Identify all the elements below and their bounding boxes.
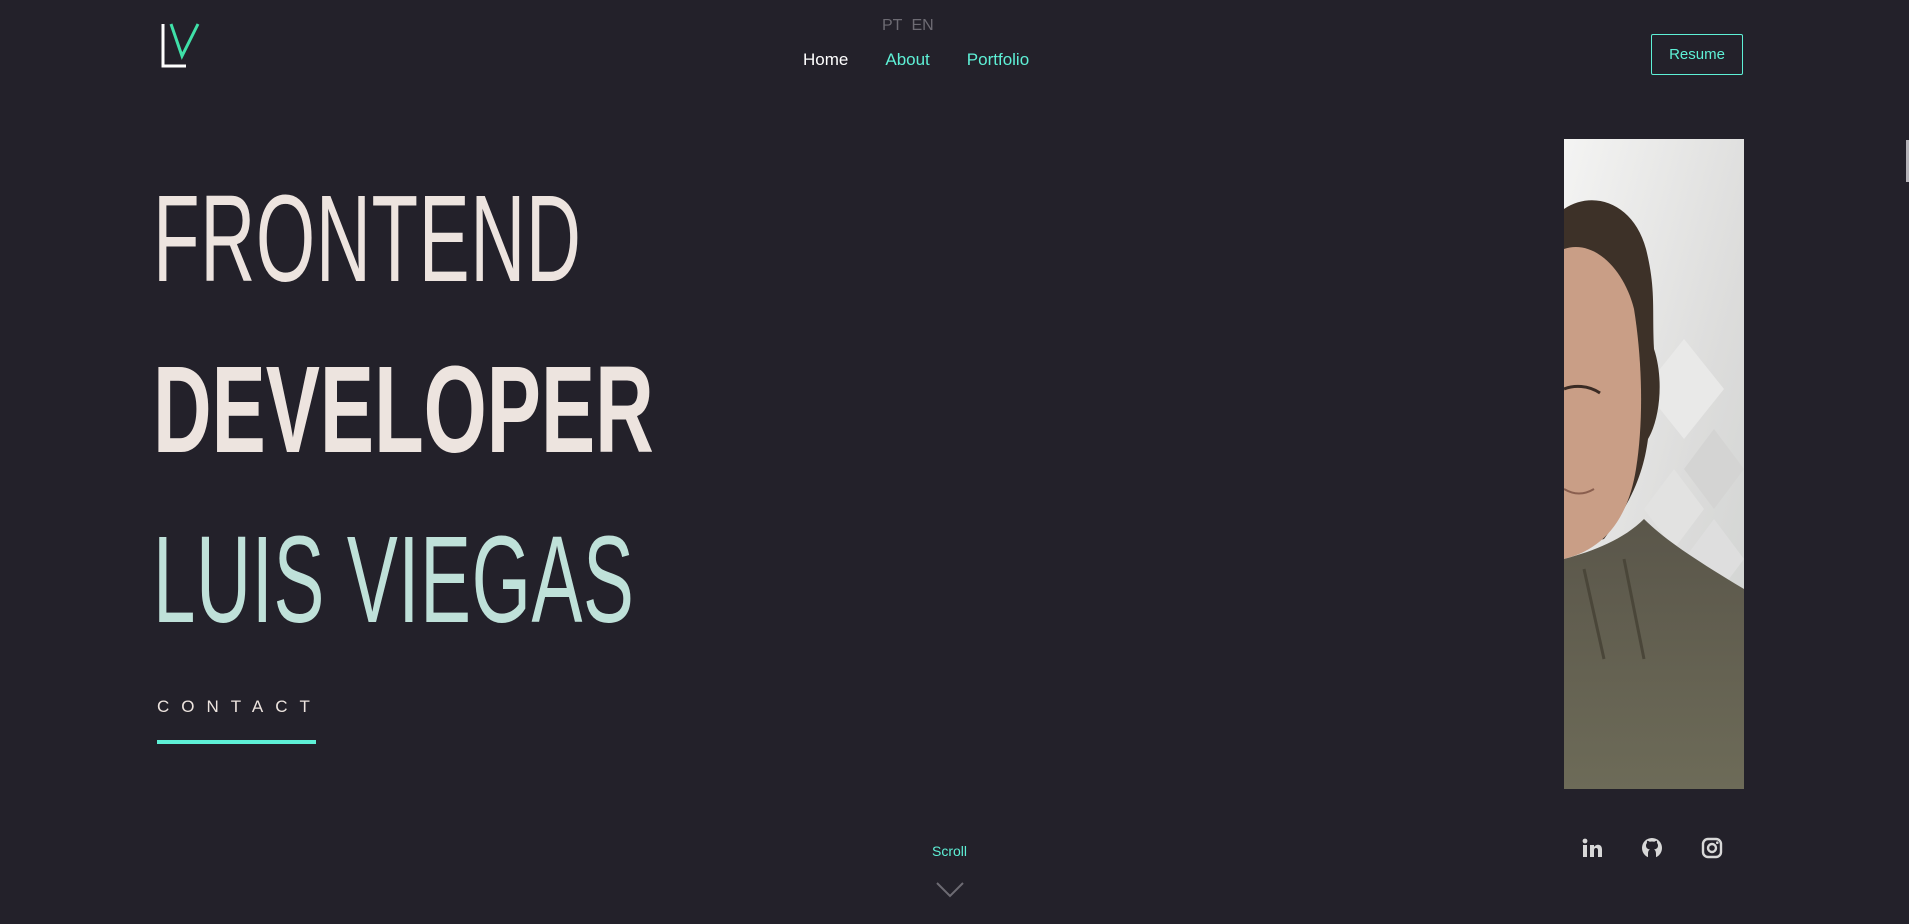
nav-home[interactable]: Home: [803, 50, 848, 70]
chevron-down-icon[interactable]: [935, 880, 965, 900]
github-icon[interactable]: [1640, 836, 1664, 860]
main-nav: Home About Portfolio: [803, 50, 1029, 70]
social-links: [1580, 836, 1724, 860]
nav-about[interactable]: About: [885, 50, 929, 70]
instagram-icon[interactable]: [1700, 836, 1724, 860]
language-switcher: PT EN: [882, 17, 934, 35]
logo-icon[interactable]: [160, 22, 202, 70]
scroll-indicator[interactable]: Scroll: [932, 843, 967, 859]
contact-underline: [157, 740, 316, 744]
hero-title-line2: DEVELOPER: [153, 342, 654, 479]
resume-button[interactable]: Resume: [1651, 34, 1743, 75]
nav-portfolio[interactable]: Portfolio: [967, 50, 1029, 70]
contact-link[interactable]: CONTACT: [157, 697, 322, 717]
profile-photo: [1564, 139, 1744, 789]
linkedin-icon[interactable]: [1580, 836, 1604, 860]
hero-name: LUIS VIEGAS: [153, 512, 635, 649]
language-en[interactable]: EN: [911, 17, 933, 35]
language-pt[interactable]: PT: [882, 17, 902, 35]
hero-title-line1: FRONTEND: [153, 171, 582, 308]
